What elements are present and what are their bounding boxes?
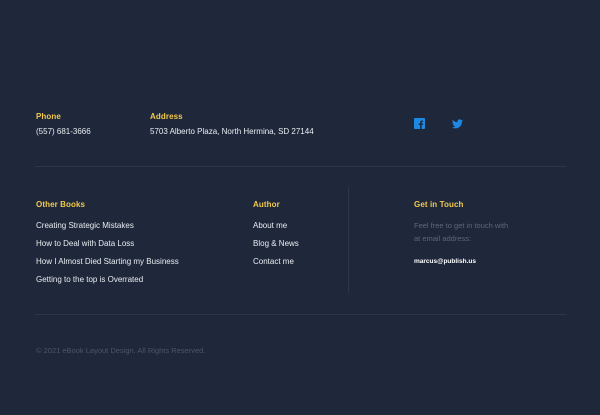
author-link-blog[interactable]: Blog & News bbox=[253, 239, 299, 248]
email-link[interactable]: marcus@publish.us bbox=[414, 258, 476, 265]
get-in-touch-text-line1: Feel free to get in touch with bbox=[414, 221, 509, 230]
address-label: Address bbox=[150, 112, 183, 121]
book-link[interactable]: Getting to the top is Overrated bbox=[36, 275, 143, 284]
address-text: 5703 Alberto Plaza, North Hermina, SD 27… bbox=[150, 127, 314, 136]
copyright-text: © 2021 eBook Layout Design. All Rights R… bbox=[36, 346, 206, 355]
get-in-touch-text-line2: at email address: bbox=[414, 234, 472, 243]
author-link-contact[interactable]: Contact me bbox=[253, 257, 294, 266]
column-divider bbox=[348, 187, 349, 293]
bottom-divider bbox=[35, 314, 566, 315]
phone-number: (557) 681-3666 bbox=[36, 127, 91, 136]
book-link[interactable]: How I Almost Died Starting my Business bbox=[36, 257, 179, 266]
book-link[interactable]: How to Deal with Data Loss bbox=[36, 239, 134, 248]
author-link-about[interactable]: About me bbox=[253, 221, 287, 230]
author-heading: Author bbox=[253, 200, 280, 209]
top-divider bbox=[35, 166, 566, 167]
twitter-icon[interactable] bbox=[452, 119, 464, 131]
phone-label: Phone bbox=[36, 112, 61, 121]
facebook-icon[interactable] bbox=[414, 118, 426, 130]
get-in-touch-heading: Get in Touch bbox=[414, 200, 464, 209]
other-books-heading: Other Books bbox=[36, 200, 86, 209]
book-link[interactable]: Creating Strategic Mistakes bbox=[36, 221, 134, 230]
